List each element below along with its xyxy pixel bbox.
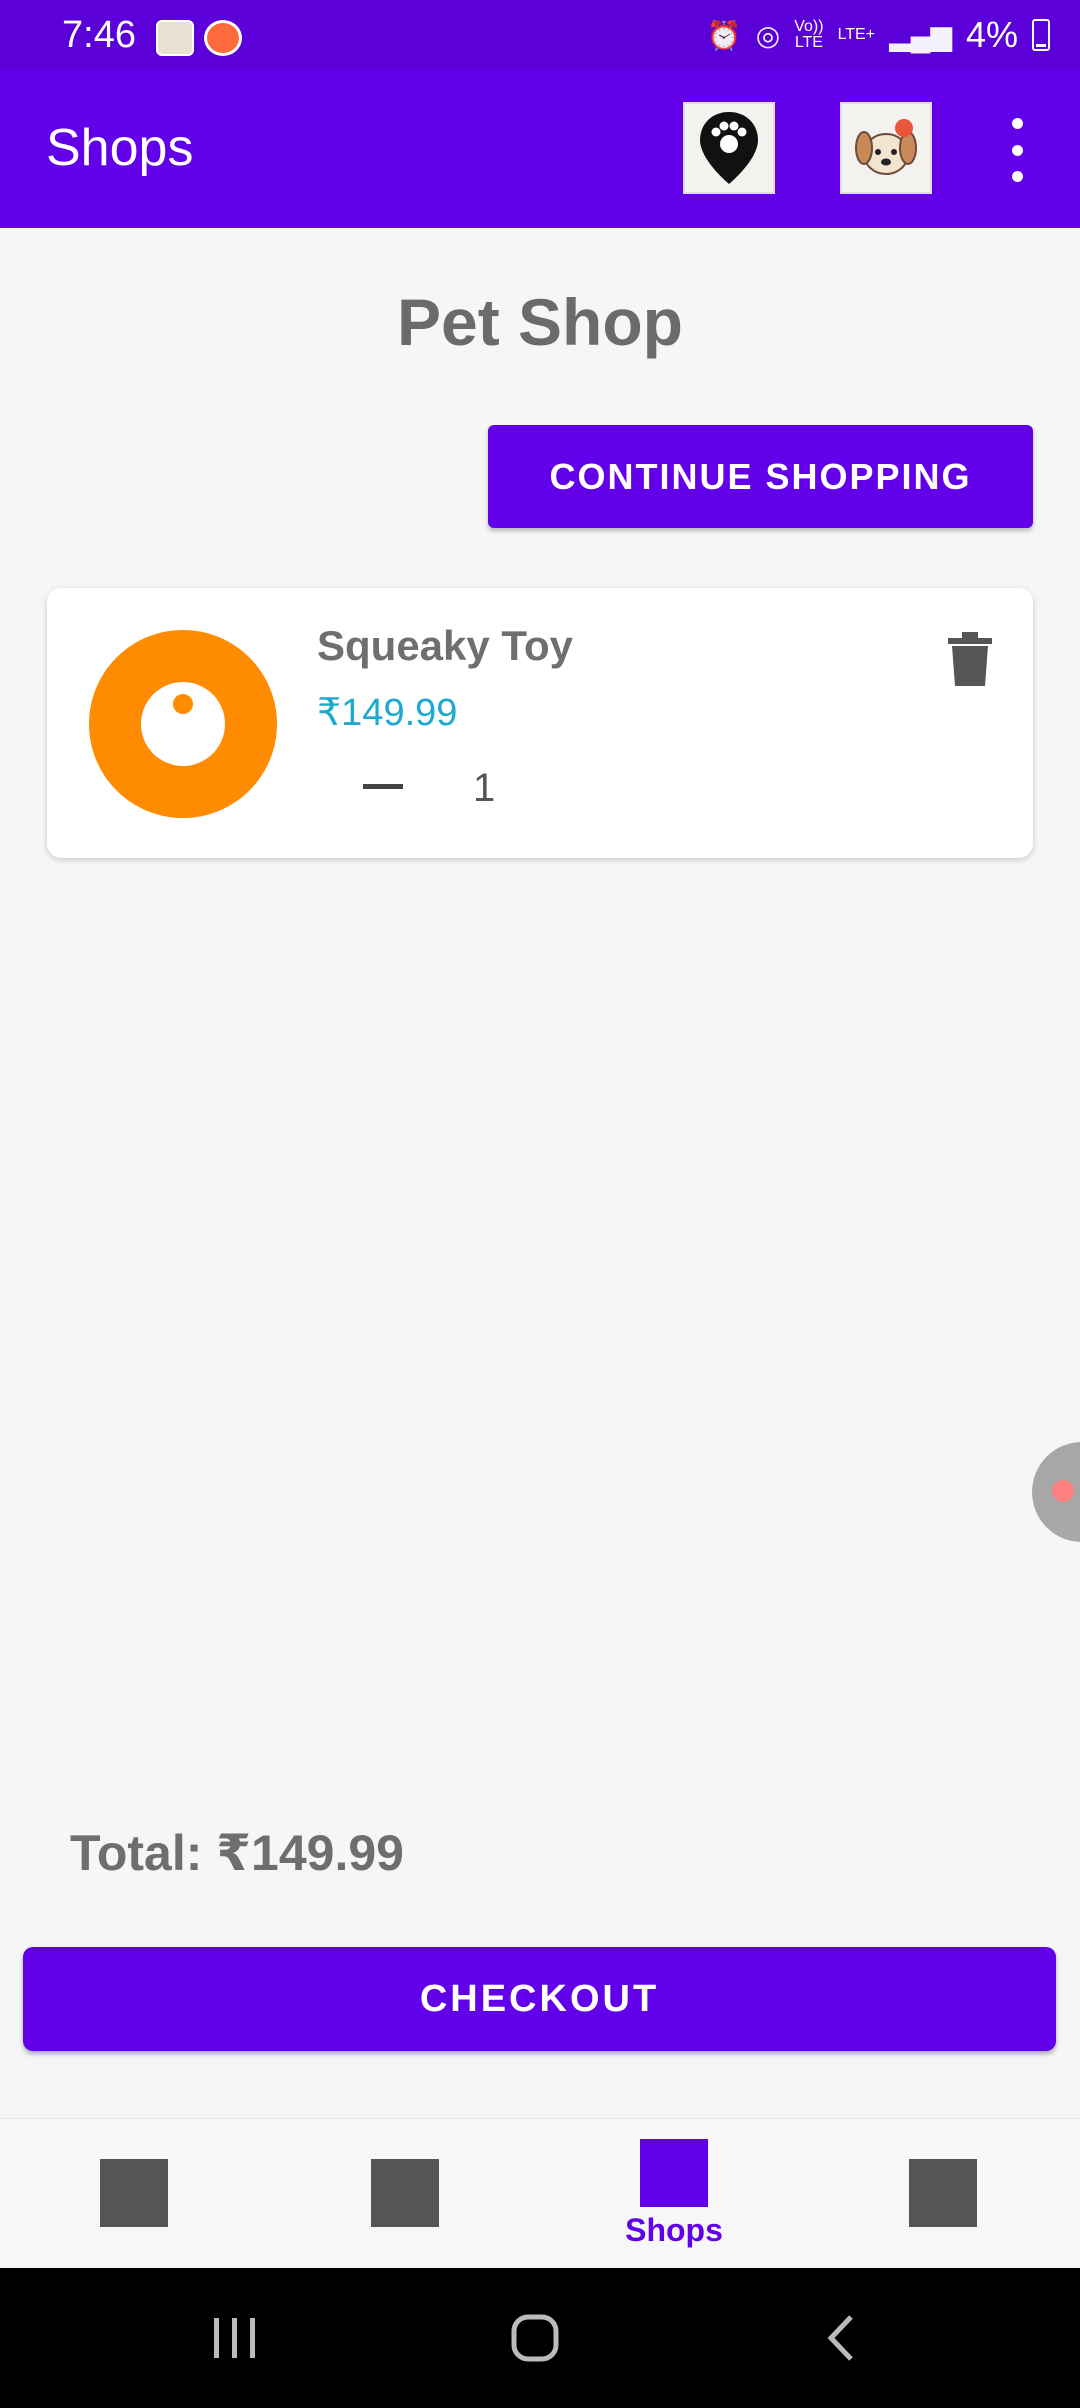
signal-icon: ▂▄▆ — [889, 19, 952, 51]
page-title: Pet Shop — [396, 285, 683, 359]
status-time: 7:46 — [62, 14, 136, 56]
battery-icon — [1032, 19, 1050, 51]
volte-label: Vo)) — [794, 18, 824, 35]
nav-placeholder-icon — [371, 2159, 439, 2227]
recents-button[interactable] — [200, 2308, 270, 2368]
recents-icon — [214, 2318, 255, 2358]
nav-item-1[interactable] — [74, 2119, 194, 2269]
more-vert-dot — [1011, 171, 1023, 182]
bottom-navigation: Shops — [0, 2118, 1080, 2268]
delete-item-button[interactable] — [937, 626, 1003, 692]
checkout-button[interactable]: CHECKOUT — [23, 1947, 1056, 2051]
notification-app-icon — [156, 20, 194, 56]
home-icon — [511, 2314, 559, 2362]
orange-ring-toy-icon — [89, 630, 277, 818]
nav-placeholder-icon — [909, 2159, 977, 2227]
hotspot-icon: ◎ — [755, 19, 781, 51]
map-location-button[interactable] — [683, 102, 775, 194]
status-bar: 7:46 ⏰ ◎ Vo)) LTE LTE+ ▂▄▆ 4% — [0, 0, 1080, 70]
alarm-icon: ⏰ — [706, 19, 742, 51]
system-navigation-bar — [0, 2268, 1080, 2408]
nav-shops-label: Shops — [625, 2212, 723, 2248]
minus-icon — [363, 783, 403, 789]
volte-indicator: Vo)) LTE — [794, 19, 823, 51]
continue-shopping-button[interactable]: CONTINUE SHOPPING — [488, 425, 1033, 528]
lte-plus-indicator: LTE+ — [837, 26, 876, 43]
paw-location-pin-icon — [700, 112, 758, 184]
cart-total: Total: ₹149.99 — [70, 1825, 404, 1881]
dog-avatar-icon — [855, 119, 917, 175]
back-button[interactable] — [820, 2308, 860, 2368]
overflow-menu-button[interactable] — [1000, 118, 1034, 182]
quantity-value: 1 — [473, 766, 496, 810]
cart-screen: Pet Shop CONTINUE SHOPPING Squeaky Toy ₹… — [0, 228, 1080, 2118]
screen-recorder-icon — [204, 20, 242, 56]
nav-item-shops[interactable]: Shops — [614, 2119, 734, 2269]
decrease-quantity-button[interactable] — [343, 756, 423, 816]
product-name: Squeaky Toy — [317, 622, 573, 669]
cart-item-card: Squeaky Toy ₹149.99 1 — [47, 588, 1033, 858]
back-icon — [827, 2315, 853, 2361]
app-bar: Shops — [0, 70, 1080, 228]
profile-button[interactable] — [840, 102, 932, 194]
lte-sub-label: LTE — [794, 34, 823, 51]
nav-item-4[interactable] — [883, 2119, 1003, 2269]
floating-edge-handle[interactable] — [1032, 1442, 1080, 1542]
record-dot-icon — [1052, 1480, 1074, 1502]
status-indicators: ⏰ ◎ Vo)) LTE LTE+ ▂▄▆ 4% — [707, 14, 1050, 56]
nav-placeholder-icon — [100, 2159, 168, 2227]
app-bar-title: Shops — [46, 119, 194, 177]
nav-item-2[interactable] — [345, 2119, 465, 2269]
nav-shops-icon — [640, 2139, 708, 2207]
product-price: ₹149.99 — [317, 692, 458, 734]
more-vert-icon — [1011, 118, 1023, 129]
battery-percent: 4% — [965, 14, 1018, 55]
home-button[interactable] — [505, 2308, 565, 2368]
more-vert-dot — [1011, 144, 1023, 156]
trash-icon — [948, 632, 992, 686]
